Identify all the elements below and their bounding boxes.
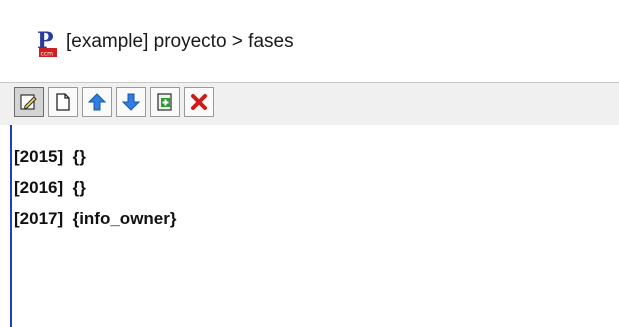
move-down-button[interactable] [116,87,146,117]
add-item-icon [155,92,175,112]
new-document-icon [53,92,73,112]
arrow-down-icon [121,92,141,112]
list-item[interactable]: [2016] {} [14,172,177,203]
edit-button[interactable] [14,87,44,117]
app-window: P ccm [example] proyecto > fases [2015] … [0,0,619,327]
svg-text:ccm: ccm [41,51,54,58]
new-button[interactable] [48,87,78,117]
delete-icon [189,92,209,112]
list-item[interactable]: [2015] {} [14,141,177,172]
move-up-button[interactable] [82,87,112,117]
toolbar [0,82,619,126]
list-item[interactable]: [2017] {info_owner} [14,203,177,234]
arrow-up-icon [87,92,107,112]
title-bar: P ccm [example] proyecto > fases [0,0,619,82]
add-button[interactable] [150,87,180,117]
app-logo-icon: P ccm [36,28,60,58]
window-title: [example] proyecto > fases [66,31,294,52]
phases-list: [2015] {} [2016] {} [2017] {info_owner} [14,141,177,234]
edit-icon [19,92,39,112]
phases-list-panel: [2015] {} [2016] {} [2017] {info_owner} [0,125,619,327]
list-focus-border [10,125,12,327]
delete-button[interactable] [184,87,214,117]
